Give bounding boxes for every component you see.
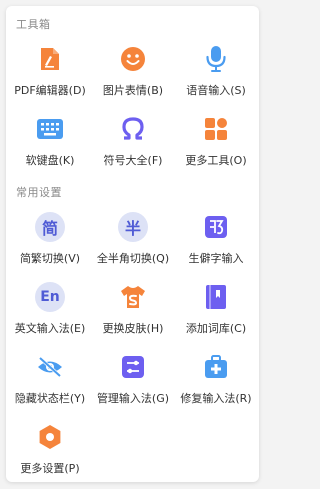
repair-input-method-label: 修复输入法(R): [180, 392, 252, 405]
pdf-editor-button[interactable]: PDF编辑器(D): [8, 40, 92, 108]
dictionary-icon: [201, 282, 231, 312]
repair-input-method-button[interactable]: 修复输入法(R): [174, 348, 258, 416]
hide-eye-icon: [35, 352, 65, 382]
english-input-button[interactable]: En 英文输入法(E): [8, 278, 92, 346]
image-emoji-button[interactable]: 图片表情(B): [91, 40, 175, 108]
more-tools-label: 更多工具(O): [185, 154, 247, 167]
simplified-traditional-label: 简繁切换(V): [19, 252, 81, 265]
add-dictionary-button[interactable]: 添加词库(C): [174, 278, 258, 346]
manage-sliders-icon: [118, 352, 148, 382]
repair-kit-icon: [201, 352, 231, 382]
simplified-traditional-icon: 简: [35, 212, 65, 242]
section-title-common-settings: 常用设置: [16, 186, 62, 199]
image-emoji-label: 图片表情(B): [102, 84, 164, 97]
more-tools-button[interactable]: 更多工具(O): [174, 110, 258, 178]
rare-char-input-button[interactable]: 生僻字输入: [174, 208, 258, 276]
skin-shirt-icon: [118, 282, 148, 312]
settings-hexagon-icon: [35, 422, 65, 452]
change-skin-label: 更换皮肤(H): [102, 322, 164, 335]
more-settings-label: 更多设置(P): [20, 462, 80, 475]
manage-input-method-button[interactable]: 管理输入法(G): [91, 348, 175, 416]
keyboard-icon: [35, 114, 65, 144]
half-full-width-label: 全半角切换(Q): [96, 252, 170, 265]
pdf-editor-icon: [35, 44, 65, 74]
add-dictionary-label: 添加词库(C): [185, 322, 247, 335]
smiley-icon: [118, 44, 148, 74]
tools-panel: 工具箱 PDF编辑器(D) 图片表情(B) 语音输入(S) 软键盘(K) 符号大…: [6, 6, 259, 482]
soft-keyboard-label: 软键盘(K): [25, 154, 75, 167]
half-full-width-icon: 半: [118, 212, 148, 242]
half-full-width-toggle[interactable]: 半 全半角切换(Q): [91, 208, 175, 276]
voice-input-button[interactable]: 语音输入(S): [174, 40, 258, 108]
symbols-label: 符号大全(F): [103, 154, 163, 167]
pdf-editor-label: PDF编辑器(D): [14, 84, 86, 97]
section-title-toolbox: 工具箱: [16, 18, 51, 31]
more-settings-button[interactable]: 更多设置(P): [8, 418, 92, 486]
english-input-icon: En: [35, 282, 65, 312]
english-input-label: 英文输入法(E): [14, 322, 86, 335]
soft-keyboard-button[interactable]: 软键盘(K): [8, 110, 92, 178]
grid-tools-icon: [201, 114, 231, 144]
rare-char-label: 生僻字输入: [188, 252, 244, 265]
omega-symbol-icon: [118, 114, 148, 144]
symbols-button[interactable]: 符号大全(F): [91, 110, 175, 178]
microphone-icon: [201, 44, 231, 74]
simplified-traditional-toggle[interactable]: 简 简繁切换(V): [8, 208, 92, 276]
change-skin-button[interactable]: 更换皮肤(H): [91, 278, 175, 346]
rare-char-icon: [201, 212, 231, 242]
hide-status-bar-button[interactable]: 隐藏状态栏(Y): [8, 348, 92, 416]
voice-input-label: 语音输入(S): [186, 84, 246, 97]
manage-input-method-label: 管理输入法(G): [96, 392, 170, 405]
hide-status-bar-label: 隐藏状态栏(Y): [14, 392, 86, 405]
